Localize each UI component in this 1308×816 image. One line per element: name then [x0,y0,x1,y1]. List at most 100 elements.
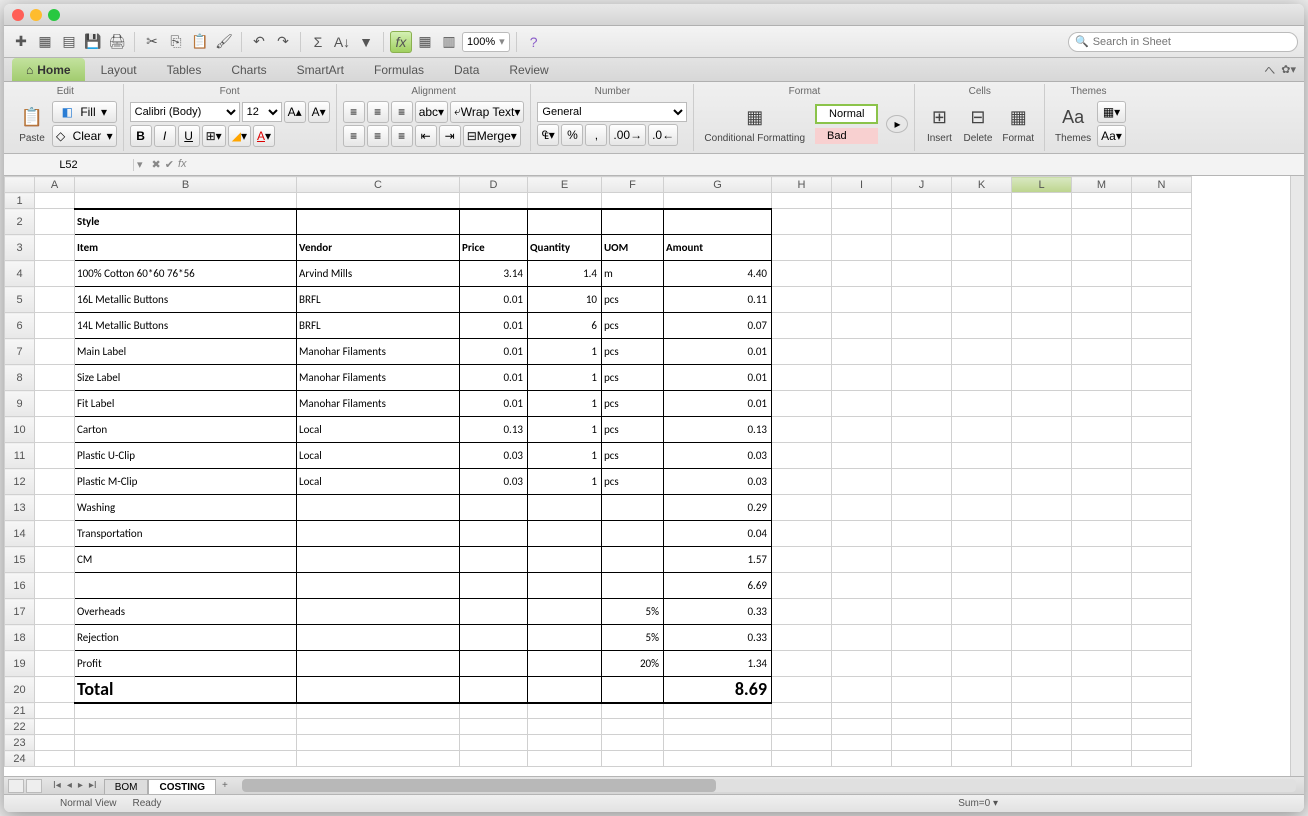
cell-N1[interactable] [1132,193,1192,209]
cell-F7[interactable]: pcs [602,339,664,365]
cell-M18[interactable] [1072,625,1132,651]
cell-N12[interactable] [1132,469,1192,495]
cell-F5[interactable]: pcs [602,287,664,313]
align-middle-icon[interactable]: ≡ [367,101,389,123]
row-header-6[interactable]: 6 [5,313,35,339]
fill-color-button[interactable]: ◢▾ [228,125,251,147]
cell-M3[interactable] [1072,235,1132,261]
cell-D24[interactable] [460,751,528,767]
cell-K20[interactable] [952,677,1012,703]
cell-N24[interactable] [1132,751,1192,767]
filter-icon[interactable]: ▼ [355,31,377,53]
themes-button[interactable]: AaThemes [1051,101,1095,146]
cell-E16[interactable] [528,573,602,599]
row-header-3[interactable]: 3 [5,235,35,261]
cell-G14[interactable]: 0.04 [664,521,772,547]
cell-N17[interactable] [1132,599,1192,625]
cell-N21[interactable] [1132,703,1192,719]
enter-formula-icon[interactable]: ✔ [165,158,174,171]
cell-N2[interactable] [1132,209,1192,235]
cell-D4[interactable]: 3.14 [460,261,528,287]
underline-button[interactable]: U [178,125,200,147]
cell-F6[interactable]: pcs [602,313,664,339]
cell-I17[interactable] [832,599,892,625]
cell-A14[interactable] [35,521,75,547]
cell-I9[interactable] [832,391,892,417]
cell-A18[interactable] [35,625,75,651]
cell-C4[interactable]: Arvind Mills [297,261,460,287]
tab-data[interactable]: Data [440,58,493,81]
paste-button[interactable]: 📋 Paste [14,101,50,146]
copy-icon[interactable]: ⎘ [165,31,187,53]
collapse-ribbon-icon[interactable]: へ [1264,62,1275,78]
cell-C1[interactable] [297,193,460,209]
cell-F20[interactable] [602,677,664,703]
cell-G7[interactable]: 0.01 [664,339,772,365]
styles-more-icon[interactable]: ▸ [886,115,908,133]
cell-H13[interactable] [772,495,832,521]
cell-N22[interactable] [1132,719,1192,735]
cell-A23[interactable] [35,735,75,751]
cell-F15[interactable] [602,547,664,573]
cell-K9[interactable] [952,391,1012,417]
normal-view-icon[interactable] [8,779,24,793]
cell-J17[interactable] [892,599,952,625]
paste-icon[interactable]: 📋 [189,31,211,53]
cell-J19[interactable] [892,651,952,677]
tab-tables[interactable]: Tables [153,58,216,81]
cell-M2[interactable] [1072,209,1132,235]
new-icon[interactable]: ✚ [10,31,32,53]
theme-fonts-icon[interactable]: Aa▾ [1097,125,1126,147]
comma-icon[interactable]: , [585,124,607,146]
cell-N3[interactable] [1132,235,1192,261]
cell-I24[interactable] [832,751,892,767]
col-header-E[interactable]: E [528,177,602,193]
cell-F13[interactable] [602,495,664,521]
cell-I7[interactable] [832,339,892,365]
add-sheet-button[interactable]: + [216,777,234,794]
italic-button[interactable]: I [154,125,176,147]
cell-I11[interactable] [832,443,892,469]
cell-C17[interactable] [297,599,460,625]
cell-K17[interactable] [952,599,1012,625]
col-header-H[interactable]: H [772,177,832,193]
cut-icon[interactable]: ✂ [141,31,163,53]
cancel-formula-icon[interactable]: ✖ [152,158,161,171]
cell-D6[interactable]: 0.01 [460,313,528,339]
cell-N10[interactable] [1132,417,1192,443]
row-header-22[interactable]: 22 [5,719,35,735]
cell-J1[interactable] [892,193,952,209]
cell-J13[interactable] [892,495,952,521]
conditional-formatting-button[interactable]: ▦ Conditional Formatting [700,102,809,146]
cell-F18[interactable]: 5% [602,625,664,651]
cell-G23[interactable] [664,735,772,751]
cell-M12[interactable] [1072,469,1132,495]
cell-I3[interactable] [832,235,892,261]
cell-D17[interactable] [460,599,528,625]
cell-I12[interactable] [832,469,892,495]
cell-H10[interactable] [772,417,832,443]
cell-H15[interactable] [772,547,832,573]
cell-B23[interactable] [75,735,297,751]
cell-J24[interactable] [892,751,952,767]
cell-M6[interactable] [1072,313,1132,339]
cell-N4[interactable] [1132,261,1192,287]
cell-I14[interactable] [832,521,892,547]
cell-E2[interactable] [528,209,602,235]
cell-I20[interactable] [832,677,892,703]
cell-L23[interactable] [1012,735,1072,751]
cell-J20[interactable] [892,677,952,703]
print-icon[interactable]: 🖨 [106,31,128,53]
row-header-2[interactable]: 2 [5,209,35,235]
cell-L10[interactable] [1012,417,1072,443]
cell-F4[interactable]: m [602,261,664,287]
cell-G18[interactable]: 0.33 [664,625,772,651]
cell-E18[interactable] [528,625,602,651]
row-header-24[interactable]: 24 [5,751,35,767]
cell-B4[interactable]: 100% Cotton 60*60 76*56 [75,261,297,287]
format-cells-button[interactable]: ▦Format [998,101,1038,146]
cell-F12[interactable]: pcs [602,469,664,495]
row-header-15[interactable]: 15 [5,547,35,573]
cell-H19[interactable] [772,651,832,677]
col-header-D[interactable]: D [460,177,528,193]
